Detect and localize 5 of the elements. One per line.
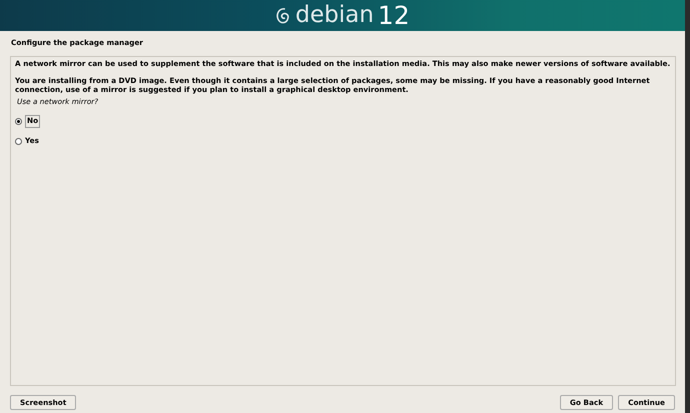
swirl-icon bbox=[275, 6, 292, 26]
logo-text: debian bbox=[295, 4, 374, 27]
radio-button[interactable] bbox=[15, 138, 22, 145]
version-number: 12 bbox=[378, 3, 410, 28]
radio-button[interactable] bbox=[15, 118, 22, 126]
